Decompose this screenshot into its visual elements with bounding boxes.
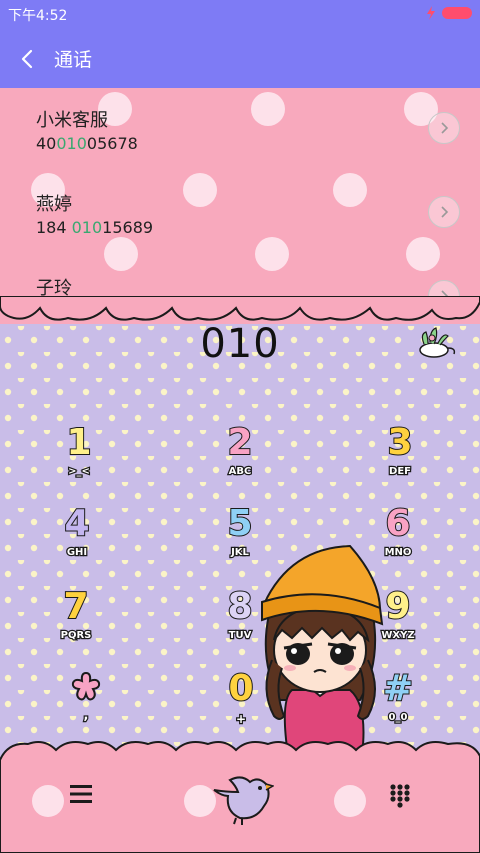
key-digit: 7 bbox=[62, 585, 89, 628]
key-1[interactable]: 1 >_< bbox=[24, 421, 134, 488]
contact-number: 4001005678 bbox=[36, 134, 138, 153]
key-letters: ABC bbox=[227, 465, 252, 479]
key-4[interactable]: 4 GHI bbox=[22, 502, 132, 569]
key-letters: PQRS bbox=[59, 629, 92, 643]
battery-icon bbox=[442, 7, 472, 19]
status-bar: 下午4:52 bbox=[0, 0, 480, 28]
menu-icon bbox=[70, 785, 92, 803]
key-2[interactable]: 2 ABC bbox=[185, 421, 295, 488]
key-letters: >_< bbox=[67, 465, 91, 479]
key-digit: 1 bbox=[65, 421, 92, 464]
status-time: 下午4:52 bbox=[8, 8, 68, 24]
key-digit: 5 bbox=[226, 502, 253, 545]
key-3[interactable]: 3 DEF bbox=[345, 421, 455, 488]
key-digit: 3 bbox=[386, 421, 413, 464]
key-letters: GHI bbox=[66, 546, 89, 560]
chevron-right-icon bbox=[441, 122, 449, 134]
contact-name: 小米客服 bbox=[36, 110, 108, 131]
key-digit: 4 bbox=[63, 502, 90, 545]
contact-suggestions: 小米客服 4001005678 燕婷 184 01015689 子玲 bbox=[0, 88, 480, 324]
key-7[interactable]: 7 PQRS bbox=[21, 585, 131, 652]
contact-name: 燕婷 bbox=[36, 194, 72, 215]
dialed-number: 010 bbox=[200, 321, 280, 367]
contact-details-button[interactable] bbox=[428, 112, 460, 144]
keypad-icon bbox=[390, 784, 410, 808]
contact-number: 184 01015689 bbox=[36, 218, 154, 237]
contact-row[interactable]: 燕婷 184 01015689 bbox=[0, 184, 480, 268]
plant-icon[interactable] bbox=[414, 326, 458, 360]
key-letters: DEF bbox=[388, 465, 412, 479]
keypad-toggle-button[interactable] bbox=[380, 776, 420, 816]
title-bar: 通话 bbox=[0, 28, 480, 88]
contact-details-button[interactable] bbox=[428, 196, 460, 228]
key-digit: 6 bbox=[384, 502, 411, 545]
back-arrow-icon bbox=[21, 49, 33, 69]
charging-icon bbox=[427, 6, 435, 20]
status-indicators bbox=[426, 6, 472, 20]
girl-illustration bbox=[261, 544, 384, 755]
key-digit: 2 bbox=[226, 421, 253, 464]
key-star[interactable]: , bbox=[31, 668, 141, 734]
chevron-right-icon bbox=[441, 206, 449, 218]
flower-icon bbox=[71, 671, 101, 701]
back-button[interactable] bbox=[12, 44, 42, 74]
bird-call-icon[interactable] bbox=[206, 766, 274, 826]
page-title: 通话 bbox=[54, 49, 93, 71]
key-letters: , bbox=[82, 707, 89, 725]
menu-button[interactable] bbox=[62, 776, 100, 812]
contact-row[interactable]: 小米客服 4001005678 bbox=[0, 100, 480, 184]
